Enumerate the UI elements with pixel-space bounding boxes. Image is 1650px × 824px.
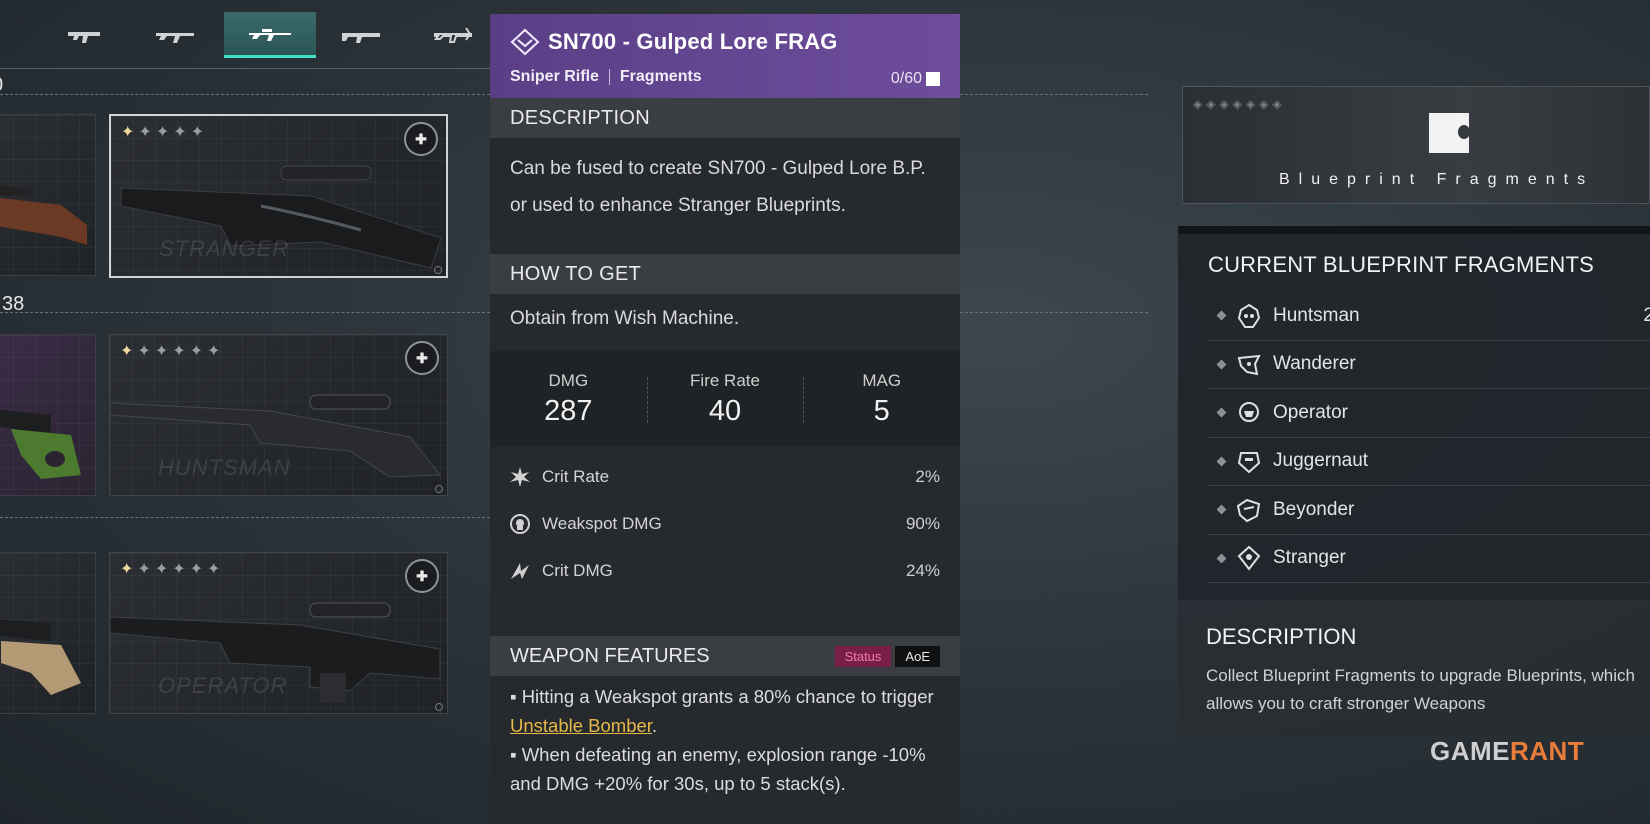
stranger-icon (1237, 545, 1261, 571)
blueprint-fragments-banner: ◈◈◈◈◈◈◈ Blueprint Fragments (1182, 86, 1650, 204)
tabs-underline (0, 68, 490, 69)
attr-crit-dmg: Crit DMG 24% (508, 547, 940, 594)
beyonder-icon (1236, 498, 1261, 522)
crit-rate-icon (510, 466, 530, 487)
tab-weapon-0[interactable] (0, 12, 22, 58)
shotgun-icon (342, 33, 380, 43)
current-fragments-panel: CURRENT BLUEPRINT FRAGMENTS Huntsman 2 W… (1178, 234, 1650, 600)
banner-label: Blueprint Fragments (1279, 171, 1595, 188)
aoe-tag: AoE (895, 645, 940, 667)
brand-watermark: STRANGER (159, 236, 290, 261)
rarity-diamond-icon (510, 28, 540, 56)
banner-decoration: ◈◈◈◈◈◈◈ (1193, 97, 1286, 111)
rifle-image (0, 619, 81, 695)
stat-mag: MAG 5 (803, 371, 960, 428)
card-operator[interactable]: ✦✦✦✦✦✦ ✚ OPERATOR (109, 552, 448, 714)
item-category: Fragments (619, 68, 702, 85)
item-description: Can be fused to create SN700 - Gulped Lo… (510, 158, 926, 216)
attr-weakspot-dmg: Weakspot DMG 90% (508, 500, 940, 547)
weapon-features-header: WEAPON FEATURES Status AoE (490, 636, 960, 676)
item-count: 0/60 (891, 70, 940, 88)
stat-fire-rate: Fire Rate 40 (646, 371, 804, 428)
divider (0, 312, 490, 313)
feature-1: ▪ Hitting a Weakspot grants a 80% chance… (510, 686, 934, 736)
rarity-stars: ✦✦✦✦✦ (121, 124, 209, 141)
puzzle-icon (926, 72, 940, 86)
fragment-count: 0 (0, 74, 3, 97)
fragment-row-operator[interactable]: Operator (1208, 389, 1650, 438)
stat-dmg: DMG 287 (544, 370, 593, 427)
operator-icon (1239, 401, 1259, 422)
card-stranger[interactable]: ✦✦✦✦✦ ✚ STRANGER (109, 114, 448, 278)
blueprint-description-panel: DESCRIPTION Collect Blueprint Fragments … (1178, 600, 1650, 736)
smg-icon (68, 32, 100, 43)
status-tag: Status (834, 645, 892, 667)
tab-weapon-3[interactable] (224, 12, 316, 58)
brand-watermark: OPERATOR (158, 673, 288, 698)
current-fragments-title: CURRENT BLUEPRINT FRAGMENTS (1208, 252, 1594, 277)
fragment-row-wanderer[interactable]: Wanderer (1208, 341, 1650, 389)
fragment-row-juggernaut[interactable]: Juggernaut (1208, 438, 1650, 486)
item-title: SN700 - Gulped Lore FRAG (548, 29, 838, 54)
tab-weapon-1[interactable] (40, 12, 132, 58)
rarity-stars: ✦✦✦✦✦✦ (120, 561, 225, 578)
brand-watermark: HUNTSMAN (158, 455, 291, 480)
feature-2: ▪ When defeating an enemy, explosion ran… (510, 744, 926, 794)
huntsman-icon (1237, 303, 1261, 328)
how-to-get-text: Obtain from Wish Machine. (510, 308, 740, 329)
divider (960, 94, 1148, 95)
fragment-row-stranger[interactable]: Stranger (1208, 535, 1650, 583)
tab-weapon-2[interactable] (130, 12, 222, 58)
rarity-stars: ✦✦✦✦✦✦ (120, 343, 225, 360)
description-header: DESCRIPTION (490, 98, 960, 138)
divider (960, 312, 1148, 313)
stats-bar: DMG 287 Fire Rate 40 MAG 5 (490, 351, 960, 447)
unstable-bomber-link[interactable]: Unstable Bomber (510, 715, 652, 736)
item-header: SN700 - Gulped Lore FRAG Sniper Rifle Fr… (490, 14, 960, 98)
blueprint-description-title: DESCRIPTION (1206, 624, 1357, 649)
crossbow-icon (434, 27, 472, 43)
weapon-card-partial[interactable] (0, 114, 96, 276)
rifle-icon (156, 33, 194, 43)
item-detail-panel: SN700 - Gulped Lore FRAG Sniper Rifle Fr… (490, 14, 960, 824)
card-huntsman[interactable]: ✦✦✦✦✦✦ ✚ HUNTSMAN (109, 334, 448, 496)
fragment-row-beyonder[interactable]: Beyonder (1208, 486, 1650, 535)
item-type: Sniper Rifle (510, 68, 599, 85)
weapon-card-partial[interactable] (0, 552, 96, 714)
attr-crit-rate: Crit Rate 2% (508, 453, 940, 500)
weapon-features-text: ▪ Hitting a Weakspot grants a 80% chance… (510, 682, 940, 798)
wanderer-icon (1237, 355, 1261, 376)
divider (0, 94, 490, 95)
divider (0, 517, 490, 518)
tab-weapon-4[interactable] (316, 12, 408, 58)
rifle-image (0, 185, 87, 245)
weakspot-icon (510, 513, 530, 534)
attribute-list: Crit Rate 2% Weakspot DMG 90% Crit DMG 2… (490, 447, 960, 594)
fragment-list: Huntsman 2 Wanderer Operator Juggernaut … (1208, 292, 1650, 583)
gamerant-logo: GAMERANT (1430, 736, 1585, 766)
weapon-tabs (0, 12, 490, 69)
rifle-image (0, 409, 81, 479)
fragment-row-huntsman[interactable]: Huntsman 2 (1208, 292, 1650, 341)
juggernaut-icon (1237, 452, 1261, 474)
crit-dmg-icon (511, 562, 529, 579)
sniper-rifle-icon (249, 28, 291, 41)
puzzle-piece-icon (1429, 113, 1470, 153)
tab-weapon-5[interactable] (408, 12, 500, 58)
info-strip (1178, 226, 1650, 234)
weapon-card-partial[interactable] (0, 334, 96, 496)
blueprint-description-text: Collect Blueprint Fragments to upgrade B… (1206, 666, 1635, 713)
how-to-get-header: HOW TO GET (490, 254, 960, 294)
fragment-count: 38 (2, 293, 25, 315)
